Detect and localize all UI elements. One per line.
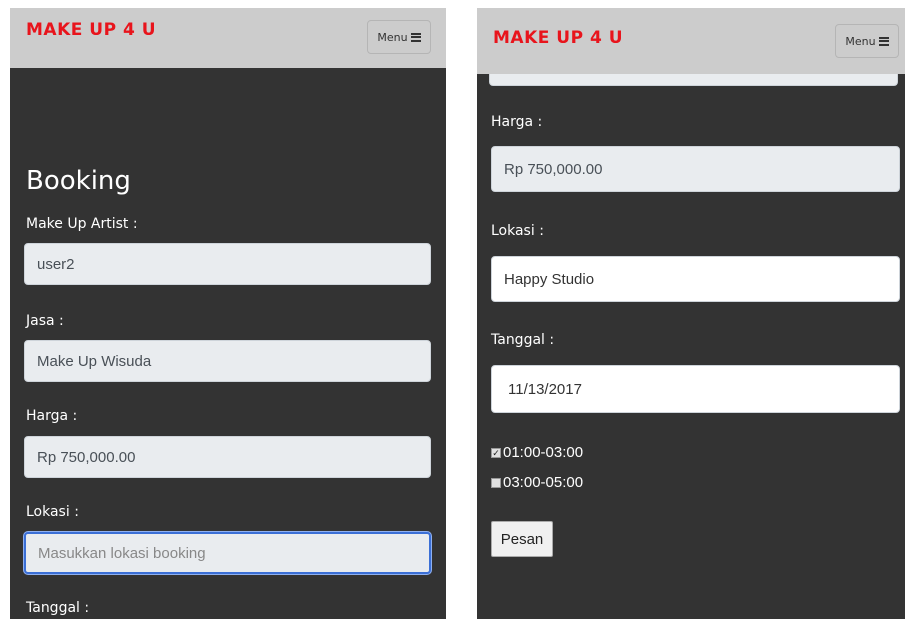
left-screen: MAKE UP 4 U Menu Booking Make Up Artist …	[10, 8, 446, 619]
lokasi-input[interactable]: Masukkan lokasi booking	[24, 532, 431, 574]
harga-label: Harga :	[26, 408, 78, 424]
harga-label: Harga :	[491, 114, 543, 130]
tanggal-input[interactable]: 11/13/2017	[491, 365, 900, 413]
navbar: MAKE UP 4 U Menu	[10, 8, 446, 68]
slot-label: 03:00-05:00	[503, 474, 584, 491]
hamburger-icon	[878, 36, 889, 46]
hamburger-icon	[410, 32, 421, 42]
harga-field[interactable]: Rp 750,000.00	[491, 146, 900, 192]
right-screen: MAKE UP 4 U Menu Harga : Rp 750,000.00 L…	[477, 8, 905, 619]
checkbox-checked-icon[interactable]: ✓	[491, 447, 501, 458]
slot-label: 01:00-03:00	[503, 444, 584, 461]
menu-button[interactable]: Menu	[367, 20, 431, 54]
mua-field[interactable]: user2	[24, 243, 431, 285]
slot-row-1[interactable]: ✓ 01:00-03:00	[491, 444, 583, 461]
lokasi-label: Lokasi :	[491, 223, 544, 239]
harga-field[interactable]: Rp 750,000.00	[24, 436, 431, 478]
lokasi-input[interactable]: Happy Studio	[491, 256, 900, 302]
tanggal-label: Tanggal :	[491, 332, 555, 348]
navbar: MAKE UP 4 U Menu	[477, 8, 905, 74]
page-title: Booking	[26, 166, 131, 196]
checkbox-unchecked-icon[interactable]	[491, 477, 501, 488]
brand-logo[interactable]: MAKE UP 4 U	[26, 20, 156, 40]
jasa-field[interactable]: Make Up Wisuda	[24, 340, 431, 382]
menu-button-label: Menu	[845, 34, 876, 48]
mua-label: Make Up Artist :	[26, 216, 138, 232]
lokasi-label: Lokasi :	[26, 504, 79, 520]
jasa-label: Jasa :	[26, 313, 64, 329]
tanggal-label: Tanggal :	[26, 600, 90, 616]
menu-button[interactable]: Menu	[835, 24, 899, 58]
pesan-button[interactable]: Pesan	[491, 521, 553, 557]
brand-logo[interactable]: MAKE UP 4 U	[493, 28, 623, 48]
menu-button-label: Menu	[377, 30, 408, 44]
slot-row-2[interactable]: 03:00-05:00	[491, 474, 583, 491]
